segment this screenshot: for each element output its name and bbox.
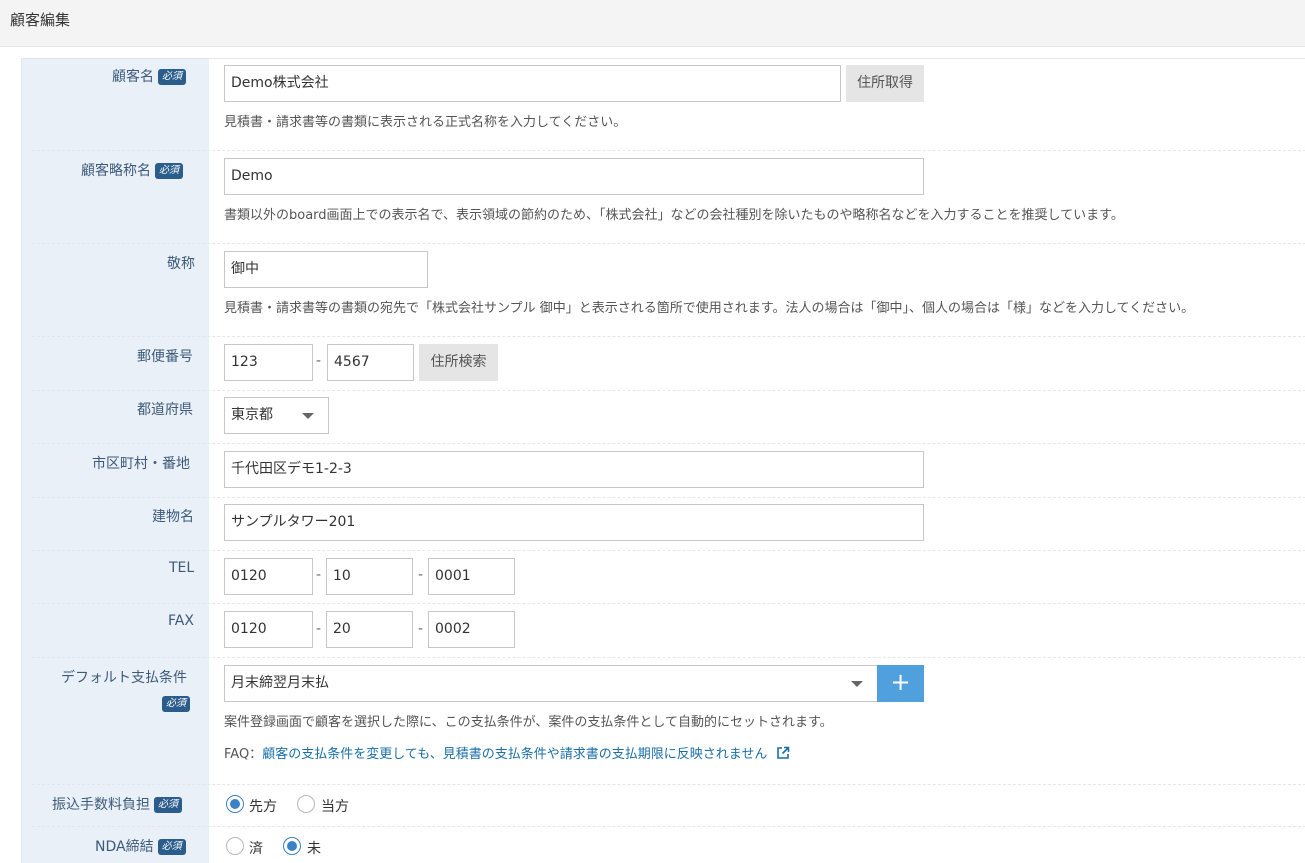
radio-label: 未 — [307, 841, 321, 857]
tel-part3-input[interactable]: 0001 — [428, 558, 515, 595]
radio-label: 済 — [249, 841, 263, 857]
fetch-address-button[interactable]: 住所取得 — [846, 65, 924, 102]
payment-terms-label: デフォルト支払条件 — [61, 670, 187, 686]
required-badge: 必須 — [162, 696, 190, 712]
payment-terms-required: 必須 — [162, 696, 190, 712]
tel-part2-input[interactable]: 10 — [326, 558, 413, 595]
row-divider — [32, 784, 1305, 785]
row-divider — [32, 336, 1305, 337]
radio-nda-done[interactable] — [226, 837, 244, 855]
row-divider — [32, 603, 1305, 604]
row-divider — [32, 443, 1305, 444]
radio-transfer-fee-self[interactable] — [297, 795, 315, 813]
radio-nda-not-yet[interactable] — [283, 837, 301, 855]
postal-separator: - — [316, 353, 322, 369]
honorific-help: 見積書・請求書等の書類の宛先で「株式会社サンプル 御中」と表示される箇所で使用さ… — [224, 301, 1195, 316]
prefecture-label: 都道府県 — [137, 402, 193, 418]
payment-terms-select[interactable]: 月末締翌月末払 — [224, 665, 878, 702]
faq-line: FAQ：顧客の支払条件を変更しても、見積書の支払条件や請求書の支払期限に反映され… — [224, 743, 790, 762]
required-badge: 必須 — [154, 797, 182, 813]
customer-name-help: 見積書・請求書等の書類に表示される正式名称を入力してください。 — [224, 115, 627, 130]
tel-part1-input[interactable]: 0120 — [224, 558, 313, 595]
required-badge: 必須 — [157, 839, 186, 855]
fax-separator: - — [316, 621, 322, 637]
row-divider — [32, 657, 1305, 658]
row-divider — [32, 150, 1305, 151]
row-divider — [32, 550, 1305, 551]
postal-label: 郵便番号 — [137, 349, 193, 365]
nda-label: NDA締結 必須 — [95, 836, 186, 856]
honorific-input[interactable]: 御中 — [224, 251, 428, 288]
customer-name-label: 顧客名 必須 — [112, 66, 186, 86]
chevron-down-icon — [851, 681, 863, 687]
tel-label: TEL — [169, 560, 195, 576]
tel-separator: - — [316, 567, 322, 583]
fax-part2-input[interactable]: 20 — [326, 611, 413, 648]
page-header: 顧客編集 — [0, 0, 1305, 47]
fax-separator: - — [418, 621, 424, 637]
fax-part3-input[interactable]: 0002 — [428, 611, 515, 648]
address-input[interactable]: 千代田区デモ1-2-3 — [224, 451, 924, 488]
radio-label: 先方 — [249, 799, 277, 815]
radio-transfer-fee-client[interactable] — [226, 795, 244, 813]
short-name-label: 顧客略称名 必須 — [81, 160, 183, 180]
add-payment-terms-button[interactable]: + — [877, 665, 924, 702]
short-name-help: 書類以外のboard画面上での表示名で、表示領域の節約のため、「株式会社」などの… — [224, 208, 1124, 223]
row-divider — [32, 243, 1305, 244]
fax-label: FAX — [168, 613, 194, 629]
fax-part1-input[interactable]: 0120 — [224, 611, 313, 648]
chevron-down-icon — [302, 413, 314, 419]
faq-link[interactable]: 顧客の支払条件を変更しても、見積書の支払条件や請求書の支払期限に反映されません — [262, 747, 767, 762]
customer-name-input[interactable]: Demo株式会社 — [224, 65, 841, 102]
address-label: 市区町村・番地 — [92, 456, 190, 472]
honorific-label: 敬称 — [167, 256, 195, 272]
row-divider — [32, 826, 1305, 827]
building-input[interactable]: サンプルタワー201 — [224, 504, 924, 541]
external-link-icon[interactable] — [776, 746, 790, 760]
tel-separator: - — [418, 567, 424, 583]
row-divider — [32, 390, 1305, 391]
short-name-input[interactable]: Demo — [224, 158, 924, 195]
payment-terms-help: 案件登録画面で顧客を選択した際に、この支払条件が、案件の支払条件として自動的にセ… — [224, 715, 833, 730]
building-label: 建物名 — [152, 509, 194, 525]
page-title: 顧客編集 — [10, 11, 71, 29]
postal-part2-input[interactable]: 4567 — [327, 344, 414, 381]
row-divider — [32, 497, 1305, 498]
postal-part1-input[interactable]: 123 — [224, 344, 313, 381]
address-search-button[interactable]: 住所検索 — [419, 344, 498, 381]
transfer-fee-label: 振込手数料負担 必須 — [52, 794, 182, 814]
required-badge: 必須 — [155, 163, 183, 179]
required-badge: 必須 — [158, 69, 186, 85]
radio-label: 当方 — [321, 799, 349, 815]
